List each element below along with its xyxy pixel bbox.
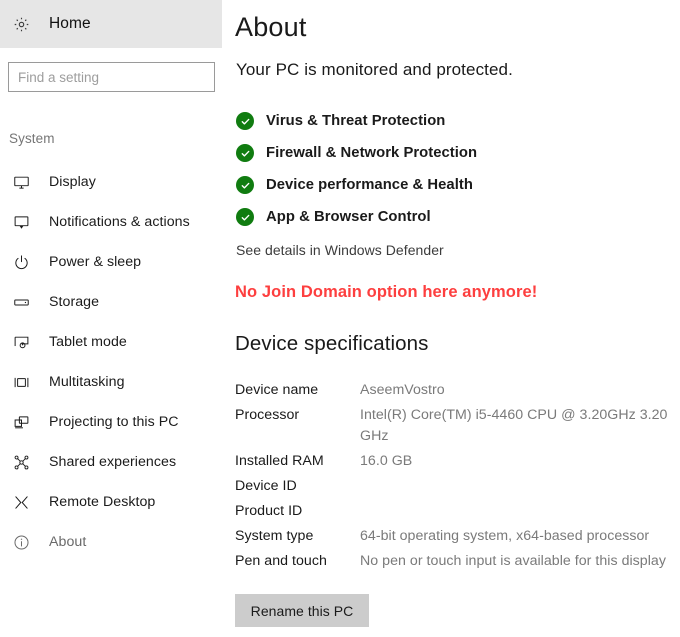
- sidebar-item-home[interactable]: Home: [0, 0, 222, 48]
- status-label: App & Browser Control: [266, 209, 431, 225]
- spec-key: Device ID: [235, 476, 360, 497]
- check-circle-icon: [236, 176, 254, 194]
- spec-key: Product ID: [235, 501, 360, 522]
- sidebar-item-power-sleep[interactable]: Power & sleep: [0, 242, 230, 282]
- sidebar-item-shared-experiences[interactable]: Shared experiences: [0, 442, 230, 482]
- sidebar-item-label: Remote Desktop: [49, 494, 155, 510]
- sidebar-item-label: About: [49, 534, 86, 550]
- spec-row-pen-and-touch: Pen and touch No pen or touch input is a…: [235, 551, 680, 572]
- power-icon: [10, 251, 32, 273]
- info-circle-icon: [10, 531, 32, 553]
- multitasking-icon: [10, 371, 32, 393]
- sidebar-group-title: System: [9, 131, 55, 146]
- spec-row-processor: Processor Intel(R) Core(TM) i5-4460 CPU …: [235, 405, 680, 447]
- sidebar-item-label: Display: [49, 174, 96, 190]
- spec-value: No pen or touch input is available for t…: [360, 551, 680, 572]
- status-row: Firewall & Network Protection: [236, 137, 656, 169]
- windows-defender-link[interactable]: See details in Windows Defender: [236, 242, 444, 258]
- spec-key: Pen and touch: [235, 551, 360, 572]
- spec-row-device-name: Device name AseemVostro: [235, 380, 680, 401]
- status-label: Virus & Threat Protection: [266, 113, 445, 129]
- search-input[interactable]: [8, 62, 215, 92]
- sidebar-item-label: Multitasking: [49, 374, 125, 390]
- check-circle-icon: [236, 208, 254, 226]
- spec-value: 64-bit operating system, x64-based proce…: [360, 526, 680, 547]
- projecting-icon: [10, 411, 32, 433]
- spec-value: AseemVostro: [360, 380, 680, 401]
- storage-drive-icon: [10, 291, 32, 313]
- rename-this-pc-button[interactable]: Rename this PC: [235, 594, 369, 627]
- spec-key: Installed RAM: [235, 451, 360, 472]
- sidebar-item-display[interactable]: Display: [0, 162, 230, 202]
- main-content: About Your PC is monitored and protected…: [230, 0, 680, 637]
- device-specifications-table: Device name AseemVostro Processor Intel(…: [235, 380, 680, 576]
- remote-desktop-icon: [10, 491, 32, 513]
- sidebar-item-label: Shared experiences: [49, 454, 176, 470]
- sidebar-home-label: Home: [49, 15, 91, 33]
- join-domain-warning-text: No Join Domain option here anymore!: [235, 283, 537, 302]
- shared-experiences-icon: [10, 451, 32, 473]
- sidebar-item-label: Storage: [49, 294, 99, 310]
- sidebar: Home System Display: [0, 0, 230, 637]
- spec-row-device-id: Device ID: [235, 476, 680, 497]
- spec-value: [360, 501, 680, 522]
- notification-icon: [10, 211, 32, 233]
- spec-row-installed-ram: Installed RAM 16.0 GB: [235, 451, 680, 472]
- spec-row-product-id: Product ID: [235, 501, 680, 522]
- spec-key: Processor: [235, 405, 360, 426]
- sidebar-item-remote-desktop[interactable]: Remote Desktop: [0, 482, 230, 522]
- sidebar-item-tablet-mode[interactable]: Tablet mode: [0, 322, 230, 362]
- sidebar-item-label: Power & sleep: [49, 254, 141, 270]
- sidebar-nav-list: Display Notifications & actions: [0, 162, 230, 562]
- sidebar-item-label: Projecting to this PC: [49, 414, 179, 430]
- sidebar-item-label: Notifications & actions: [49, 214, 190, 230]
- sidebar-item-projecting-to-this-pc[interactable]: Projecting to this PC: [0, 402, 230, 442]
- spec-key: System type: [235, 526, 360, 547]
- status-row: App & Browser Control: [236, 201, 656, 233]
- sidebar-item-multitasking[interactable]: Multitasking: [0, 362, 230, 402]
- spec-value: 16.0 GB: [360, 451, 680, 472]
- page-title: About: [235, 12, 307, 43]
- status-label: Device performance & Health: [266, 177, 473, 193]
- spec-row-system-type: System type 64-bit operating system, x64…: [235, 526, 680, 547]
- protection-status-list: Virus & Threat Protection Firewall & Net…: [236, 105, 656, 233]
- spec-value: Intel(R) Core(TM) i5-4460 CPU @ 3.20GHz …: [360, 405, 680, 447]
- spec-key: Device name: [235, 380, 360, 401]
- sidebar-item-storage[interactable]: Storage: [0, 282, 230, 322]
- search-box[interactable]: [8, 62, 215, 92]
- device-specifications-heading: Device specifications: [235, 332, 429, 356]
- spec-value: [360, 476, 680, 497]
- status-row: Virus & Threat Protection: [236, 105, 656, 137]
- status-row: Device performance & Health: [236, 169, 656, 201]
- sidebar-item-label: Tablet mode: [49, 334, 127, 350]
- protection-subtitle: Your PC is monitored and protected.: [236, 60, 513, 80]
- sidebar-item-notifications-actions[interactable]: Notifications & actions: [0, 202, 230, 242]
- status-label: Firewall & Network Protection: [266, 145, 477, 161]
- sidebar-item-about[interactable]: About: [0, 522, 230, 562]
- tablet-mode-icon: [10, 331, 32, 353]
- monitor-icon: [10, 171, 32, 193]
- gear-icon: [10, 13, 32, 35]
- check-circle-icon: [236, 144, 254, 162]
- settings-window: Home System Display: [0, 0, 680, 637]
- check-circle-icon: [236, 112, 254, 130]
